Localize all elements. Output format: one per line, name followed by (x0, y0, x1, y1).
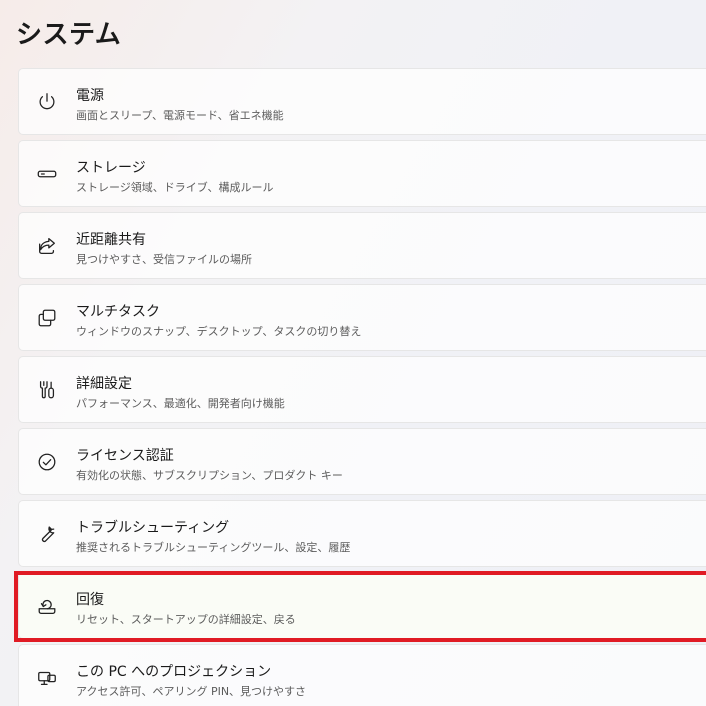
settings-item-title: 電源 (76, 88, 104, 104)
projection-icon (35, 666, 59, 690)
power-icon (35, 90, 59, 114)
settings-item-title: トラブルシューティング (76, 520, 230, 536)
share-icon (35, 234, 59, 258)
settings-item-subtitle: 見つけやすさ、受信ファイルの場所 (76, 253, 252, 266)
recovery-icon (35, 594, 59, 618)
settings-item-projection[interactable]: この PC へのプロジェクション アクセス許可、ペアリング PIN、見つけやすさ (18, 644, 706, 706)
settings-item-advanced[interactable]: 詳細設定 パフォーマンス、最適化、開発者向け機能 (18, 356, 706, 423)
settings-item-troubleshoot[interactable]: トラブルシューティング 推奨されるトラブルシューティングツール、設定、履歴 (18, 500, 706, 567)
page-title: システム (16, 20, 122, 50)
settings-item-subtitle: 推奨されるトラブルシューティングツール、設定、履歴 (76, 541, 351, 554)
multitasking-windows-icon (35, 306, 59, 330)
settings-item-activation[interactable]: ライセンス認証 有効化の状態、サブスクリプション、プロダクト キー (18, 428, 706, 495)
checkmark-circle-icon (35, 450, 59, 474)
settings-item-subtitle: 画面とスリープ、電源モード、省エネ機能 (76, 109, 284, 122)
settings-item-title: ストレージ (76, 160, 146, 176)
settings-item-recovery[interactable]: 回復 リセット、スタートアップの詳細設定、戻る (18, 572, 706, 639)
settings-item-subtitle: アクセス許可、ペアリング PIN、見つけやすさ (76, 685, 307, 698)
storage-drive-icon (35, 162, 59, 186)
settings-item-title: 近距離共有 (76, 232, 146, 248)
settings-item-title: ライセンス認証 (76, 448, 174, 464)
settings-item-title: マルチタスク (76, 304, 160, 320)
settings-item-subtitle: 有効化の状態、サブスクリプション、プロダクト キー (76, 469, 343, 482)
settings-item-multitasking[interactable]: マルチタスク ウィンドウのスナップ、デスクトップ、タスクの切り替え (18, 284, 706, 351)
settings-list: 電源 画面とスリープ、電源モード、省エネ機能 ストレージ ストレージ領域、ドライ… (18, 68, 706, 706)
advanced-tools-icon (35, 378, 59, 402)
settings-item-nearby-sharing[interactable]: 近距離共有 見つけやすさ、受信ファイルの場所 (18, 212, 706, 279)
settings-item-subtitle: ストレージ領域、ドライブ、構成ルール (76, 181, 274, 194)
settings-item-subtitle: パフォーマンス、最適化、開発者向け機能 (76, 397, 285, 410)
settings-item-title: この PC へのプロジェクション (76, 664, 272, 680)
settings-item-subtitle: ウィンドウのスナップ、デスクトップ、タスクの切り替え (76, 325, 362, 338)
settings-item-title: 回復 (76, 592, 104, 608)
wrench-icon (35, 522, 59, 546)
settings-item-title: 詳細設定 (76, 376, 132, 392)
settings-item-storage[interactable]: ストレージ ストレージ領域、ドライブ、構成ルール (18, 140, 706, 207)
settings-item-power[interactable]: 電源 画面とスリープ、電源モード、省エネ機能 (18, 68, 706, 135)
settings-item-subtitle: リセット、スタートアップの詳細設定、戻る (76, 613, 296, 626)
